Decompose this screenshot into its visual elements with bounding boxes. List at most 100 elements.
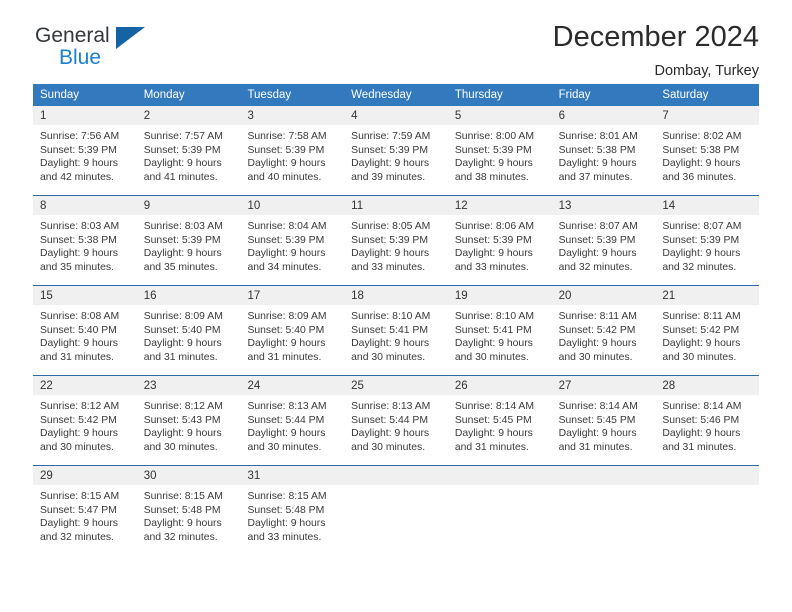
calendar-day-cell[interactable]: 3 Sunrise: 7:58 AM Sunset: 5:39 PM Dayli… [240, 106, 345, 188]
daylight-text-line1: Daylight: 9 hours [40, 428, 118, 440]
calendar-day-cell[interactable]: 16 Sunrise: 8:09 AM Sunset: 5:40 PM Dayl… [136, 286, 241, 368]
sunrise-text: Sunrise: 8:07 AM [662, 221, 742, 232]
daylight-text-line1: Daylight: 9 hours [247, 248, 326, 260]
sunset-text: Sunset: 5:41 PM [351, 324, 428, 336]
calendar-day-cell[interactable]: 17 Sunrise: 8:09 AM Sunset: 5:40 PM Dayl… [240, 286, 345, 368]
day-details: Sunrise: 7:59 AM Sunset: 5:39 PM Dayligh… [344, 125, 448, 185]
calendar-day-cell[interactable]: 5 Sunrise: 8:00 AM Sunset: 5:39 PM Dayli… [447, 106, 552, 188]
daylight-text-line1: Daylight: 9 hours [40, 518, 118, 530]
daylight-text-line2: and 38 minutes. [454, 171, 529, 183]
daylight-text-line1: Daylight: 9 hours [247, 518, 326, 530]
calendar-day-cell[interactable]: 8 Sunrise: 8:03 AM Sunset: 5:38 PM Dayli… [33, 196, 137, 278]
calendar-grid: Sunday Monday Tuesday Wednesday Thursday… [33, 84, 760, 548]
day-details: Sunrise: 8:12 AM Sunset: 5:42 PM Dayligh… [33, 395, 137, 455]
day-details: Sunrise: 8:08 AM Sunset: 5:40 PM Dayligh… [33, 305, 137, 365]
calendar-page: General Blue December 2024 Dombay, Turke… [0, 0, 792, 612]
day-details: Sunrise: 8:07 AM Sunset: 5:39 PM Dayligh… [655, 215, 760, 275]
calendar-day-cell[interactable]: 24 Sunrise: 8:13 AM Sunset: 5:44 PM Dayl… [240, 376, 345, 458]
calendar-day-cell[interactable]: 19 Sunrise: 8:10 AM Sunset: 5:41 PM Dayl… [447, 286, 552, 368]
calendar-day-cell[interactable]: 18 Sunrise: 8:10 AM Sunset: 5:41 PM Dayl… [344, 286, 448, 368]
calendar-day-cell[interactable]: 29 Sunrise: 8:15 AM Sunset: 5:47 PM Dayl… [33, 466, 137, 548]
sunset-text: Sunset: 5:47 PM [40, 504, 117, 516]
generalblue-logo[interactable]: General Blue [35, 25, 165, 73]
day-number-band: 22 [33, 376, 137, 395]
calendar-day-cell[interactable]: 9 Sunrise: 8:03 AM Sunset: 5:39 PM Dayli… [136, 196, 241, 278]
day-number: 15 [40, 290, 53, 302]
day-details: Sunrise: 8:10 AM Sunset: 5:41 PM Dayligh… [344, 305, 448, 365]
calendar-day-cell[interactable]: 10 Sunrise: 8:04 AM Sunset: 5:39 PM Dayl… [240, 196, 345, 278]
day-details: Sunrise: 8:14 AM Sunset: 5:45 PM Dayligh… [551, 395, 656, 455]
page-subtitle: Dombay, Turkey [654, 62, 760, 79]
day-number-band: 4 [344, 106, 448, 125]
day-details: Sunrise: 8:03 AM Sunset: 5:39 PM Dayligh… [136, 215, 241, 275]
day-number: 23 [143, 380, 157, 392]
daylight-text-line1: Daylight: 9 hours [40, 158, 118, 170]
sunset-text: Sunset: 5:43 PM [143, 414, 221, 426]
daylight-text-line2: and 30 minutes. [351, 441, 426, 453]
sunset-text: Sunset: 5:45 PM [558, 414, 636, 426]
daylight-text-line1: Daylight: 9 hours [454, 338, 533, 350]
daylight-text-line2: and 30 minutes. [558, 351, 633, 363]
sunset-text: Sunset: 5:39 PM [351, 234, 428, 246]
day-number-band [344, 466, 448, 485]
daylight-text-line2: and 39 minutes. [351, 171, 426, 183]
sunset-text: Sunset: 5:39 PM [247, 144, 325, 156]
calendar-day-cell[interactable]: 15 Sunrise: 8:08 AM Sunset: 5:40 PM Dayl… [33, 286, 137, 368]
calendar-day-cell[interactable]: 11 Sunrise: 8:05 AM Sunset: 5:39 PM Dayl… [344, 196, 448, 278]
day-number: 20 [558, 290, 572, 302]
calendar-day-cell[interactable]: 22 Sunrise: 8:12 AM Sunset: 5:42 PM Dayl… [33, 376, 137, 458]
daylight-text-line1: Daylight: 9 hours [351, 428, 430, 440]
calendar-day-cell[interactable]: 7 Sunrise: 8:02 AM Sunset: 5:38 PM Dayli… [655, 106, 760, 188]
calendar-day-cell[interactable]: 26 Sunrise: 8:14 AM Sunset: 5:45 PM Dayl… [447, 376, 552, 458]
sunrise-text: Sunrise: 8:15 AM [143, 491, 223, 502]
calendar-day-cell[interactable]: 1 Sunrise: 7:56 AM Sunset: 5:39 PM Dayli… [33, 106, 137, 188]
calendar-week-row: 15 Sunrise: 8:08 AM Sunset: 5:40 PM Dayl… [33, 285, 760, 368]
calendar-day-cell[interactable]: 2 Sunrise: 7:57 AM Sunset: 5:39 PM Dayli… [136, 106, 241, 188]
calendar-day-cell [344, 466, 448, 548]
calendar-day-cell[interactable]: 25 Sunrise: 8:13 AM Sunset: 5:44 PM Dayl… [344, 376, 448, 458]
daylight-text-line2: and 33 minutes. [247, 531, 322, 543]
calendar-day-cell[interactable]: 12 Sunrise: 8:06 AM Sunset: 5:39 PM Dayl… [447, 196, 552, 278]
day-number-band [655, 466, 760, 485]
daylight-text-line1: Daylight: 9 hours [143, 338, 222, 350]
calendar-day-cell[interactable]: 13 Sunrise: 8:07 AM Sunset: 5:39 PM Dayl… [551, 196, 656, 278]
daylight-text-line1: Daylight: 9 hours [351, 338, 430, 350]
sunset-text: Sunset: 5:39 PM [247, 234, 325, 246]
day-details: Sunrise: 8:00 AM Sunset: 5:39 PM Dayligh… [447, 125, 552, 185]
calendar-day-cell[interactable]: 21 Sunrise: 8:11 AM Sunset: 5:42 PM Dayl… [655, 286, 760, 368]
calendar-day-cell[interactable]: 31 Sunrise: 8:15 AM Sunset: 5:48 PM Dayl… [240, 466, 345, 548]
sunrise-text: Sunrise: 8:01 AM [558, 131, 638, 142]
sunrise-text: Sunrise: 8:14 AM [662, 401, 742, 412]
sunrise-text: Sunrise: 7:58 AM [247, 131, 327, 142]
sunrise-text: Sunrise: 8:11 AM [558, 311, 637, 322]
day-details: Sunrise: 8:09 AM Sunset: 5:40 PM Dayligh… [240, 305, 345, 365]
day-number: 19 [454, 290, 468, 302]
day-details [655, 485, 760, 490]
calendar-day-cell[interactable]: 4 Sunrise: 7:59 AM Sunset: 5:39 PM Dayli… [344, 106, 448, 188]
day-details: Sunrise: 8:12 AM Sunset: 5:43 PM Dayligh… [136, 395, 241, 455]
sunset-text: Sunset: 5:48 PM [143, 504, 221, 516]
day-number-band: 17 [240, 286, 345, 305]
page-title: December 2024 [552, 21, 759, 53]
sunrise-text: Sunrise: 8:09 AM [247, 311, 327, 322]
calendar-day-cell[interactable]: 23 Sunrise: 8:12 AM Sunset: 5:43 PM Dayl… [136, 376, 241, 458]
calendar-day-cell[interactable]: 27 Sunrise: 8:14 AM Sunset: 5:45 PM Dayl… [551, 376, 656, 458]
calendar-week-row: 1 Sunrise: 7:56 AM Sunset: 5:39 PM Dayli… [33, 106, 760, 188]
day-details: Sunrise: 7:57 AM Sunset: 5:39 PM Dayligh… [136, 125, 241, 185]
day-number: 27 [558, 380, 572, 392]
calendar-day-cell[interactable]: 30 Sunrise: 8:15 AM Sunset: 5:48 PM Dayl… [136, 466, 241, 548]
day-number: 12 [454, 200, 468, 212]
day-number: 14 [662, 200, 676, 212]
daylight-text-line1: Daylight: 9 hours [247, 338, 326, 350]
calendar-day-cell[interactable]: 14 Sunrise: 8:07 AM Sunset: 5:39 PM Dayl… [655, 196, 760, 278]
calendar-day-cell[interactable]: 28 Sunrise: 8:14 AM Sunset: 5:46 PM Dayl… [655, 376, 760, 458]
calendar-day-cell[interactable]: 6 Sunrise: 8:01 AM Sunset: 5:38 PM Dayli… [551, 106, 656, 188]
calendar-day-cell[interactable]: 20 Sunrise: 8:11 AM Sunset: 5:42 PM Dayl… [551, 286, 656, 368]
weekday-header-saturday: Saturday [662, 89, 709, 101]
sunrise-text: Sunrise: 8:15 AM [247, 491, 327, 502]
day-number: 31 [247, 470, 261, 482]
day-number-band: 28 [655, 376, 760, 395]
daylight-text-line2: and 30 minutes. [40, 441, 114, 453]
daylight-text-line1: Daylight: 9 hours [558, 338, 637, 350]
day-number: 18 [351, 290, 364, 302]
